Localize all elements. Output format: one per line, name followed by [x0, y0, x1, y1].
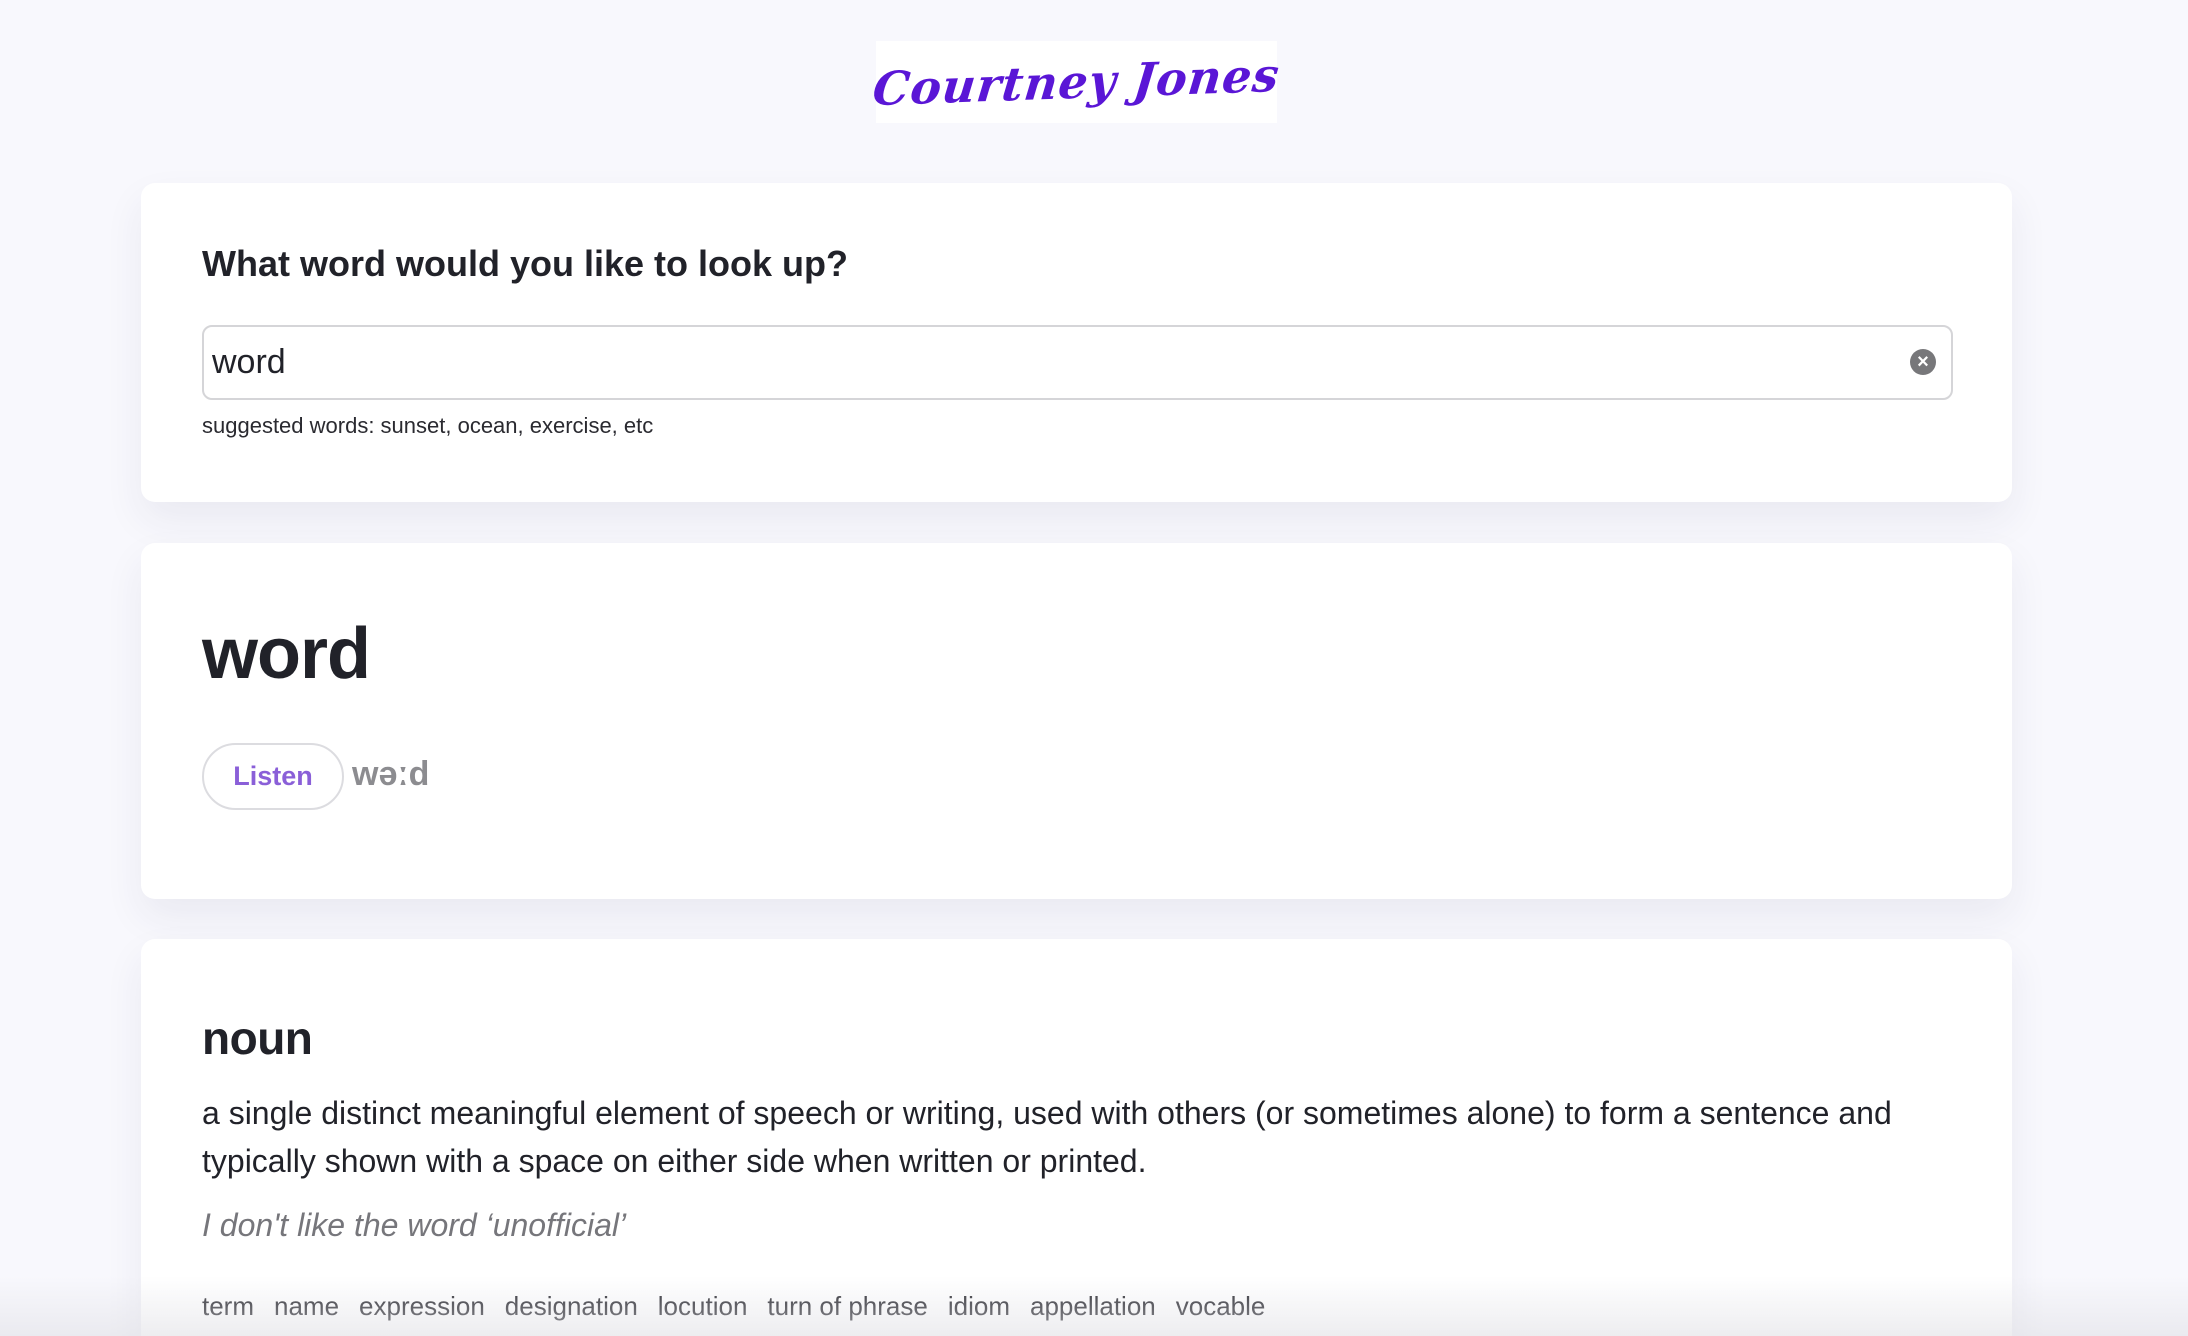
synonyms-list: term name expression designation locutio… [202, 1291, 1265, 1322]
definition-text: a single distinct meaningful element of … [202, 1095, 1892, 1179]
logo-text: Courtney Jones [870, 47, 1283, 117]
word-card: word Listen wəːd [141, 543, 2012, 899]
close-circle-icon[interactable]: × [1910, 349, 1936, 375]
logo: Courtney Jones [870, 41, 1283, 123]
synonym-item[interactable]: turn of phrase [767, 1291, 927, 1322]
search-input[interactable] [212, 327, 1872, 398]
suggested-words-hint: suggested words: sunset, ocean, exercise… [202, 413, 654, 438]
synonym-item[interactable]: vocable [1176, 1291, 1266, 1322]
search-box[interactable]: × [202, 325, 1953, 400]
phonetic-text: wəːd [352, 755, 430, 793]
dictionary-page: Courtney Jones What word would you like … [0, 0, 2188, 1336]
synonym-item[interactable]: appellation [1030, 1291, 1156, 1322]
synonym-item[interactable]: designation [505, 1291, 638, 1322]
part-of-speech: noun [202, 1012, 313, 1064]
search-card: What word would you like to look up? × s… [141, 183, 2012, 502]
meaning-card: noun a single distinct meaningful elemen… [141, 939, 2012, 1336]
synonym-item[interactable]: idiom [948, 1291, 1010, 1322]
synonym-item[interactable]: name [274, 1291, 339, 1322]
synonym-item[interactable]: expression [359, 1291, 485, 1322]
synonym-item[interactable]: locution [658, 1291, 748, 1322]
listen-button[interactable]: Listen [202, 743, 344, 810]
search-question: What word would you like to look up? [202, 243, 848, 284]
word-title: word [202, 614, 371, 694]
example-text: I don't like the word ‘unofficial’ [202, 1207, 627, 1243]
synonym-item[interactable]: term [202, 1291, 254, 1322]
